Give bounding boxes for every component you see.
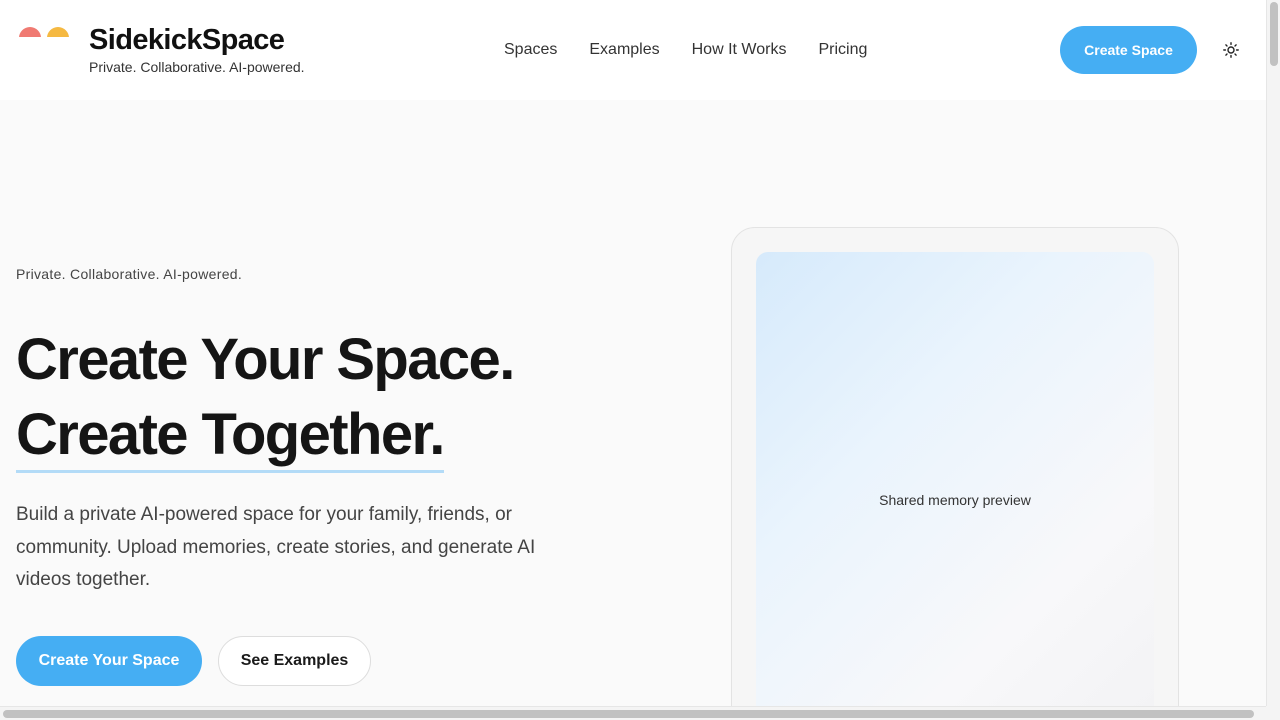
horizontal-scrollbar[interactable] bbox=[0, 706, 1266, 720]
nav-link-how-it-works[interactable]: How It Works bbox=[692, 40, 787, 60]
brand-tagline: Private. Collaborative. AI-powered. bbox=[89, 59, 305, 75]
preview-card: Shared memory preview bbox=[731, 227, 1179, 706]
horizontal-scrollbar-thumb[interactable] bbox=[3, 710, 1254, 718]
headline-line-1: Create Your Space. bbox=[16, 327, 515, 392]
site-header: SidekickSpace Private. Collaborative. AI… bbox=[0, 0, 1266, 100]
hero-eyebrow: Private. Collaborative. AI-powered. bbox=[16, 266, 243, 282]
nav-link-spaces[interactable]: Spaces bbox=[504, 40, 557, 60]
hero-headline: Create Your Space. Create Together. bbox=[16, 322, 515, 473]
vertical-scrollbar-thumb[interactable] bbox=[1270, 2, 1278, 66]
preview-label: Shared memory preview bbox=[879, 492, 1031, 508]
scrollbar-corner bbox=[1266, 706, 1280, 720]
create-space-button[interactable]: Create Space bbox=[1060, 26, 1197, 74]
landing-page: SidekickSpace Private. Collaborative. AI… bbox=[0, 0, 1266, 706]
brand-name[interactable]: SidekickSpace bbox=[89, 22, 285, 58]
logo-red-dot bbox=[19, 27, 41, 37]
logo-yellow-dot bbox=[47, 27, 69, 37]
main-nav: Spaces Examples How It Works Pricing bbox=[504, 40, 867, 60]
shared-memory-preview: Shared memory preview bbox=[756, 252, 1154, 706]
headline-line-2: Create Together. bbox=[16, 400, 445, 473]
sun-icon bbox=[1223, 42, 1239, 58]
hero-description: Build a private AI-powered space for you… bbox=[16, 504, 536, 590]
logo-mark[interactable] bbox=[19, 27, 71, 37]
create-your-space-button[interactable]: Create Your Space bbox=[16, 636, 202, 686]
theme-toggle-button[interactable] bbox=[1220, 39, 1242, 61]
nav-link-pricing[interactable]: Pricing bbox=[818, 40, 867, 60]
nav-link-examples[interactable]: Examples bbox=[589, 40, 659, 60]
vertical-scrollbar[interactable] bbox=[1266, 0, 1280, 706]
see-examples-button[interactable]: See Examples bbox=[218, 636, 371, 686]
